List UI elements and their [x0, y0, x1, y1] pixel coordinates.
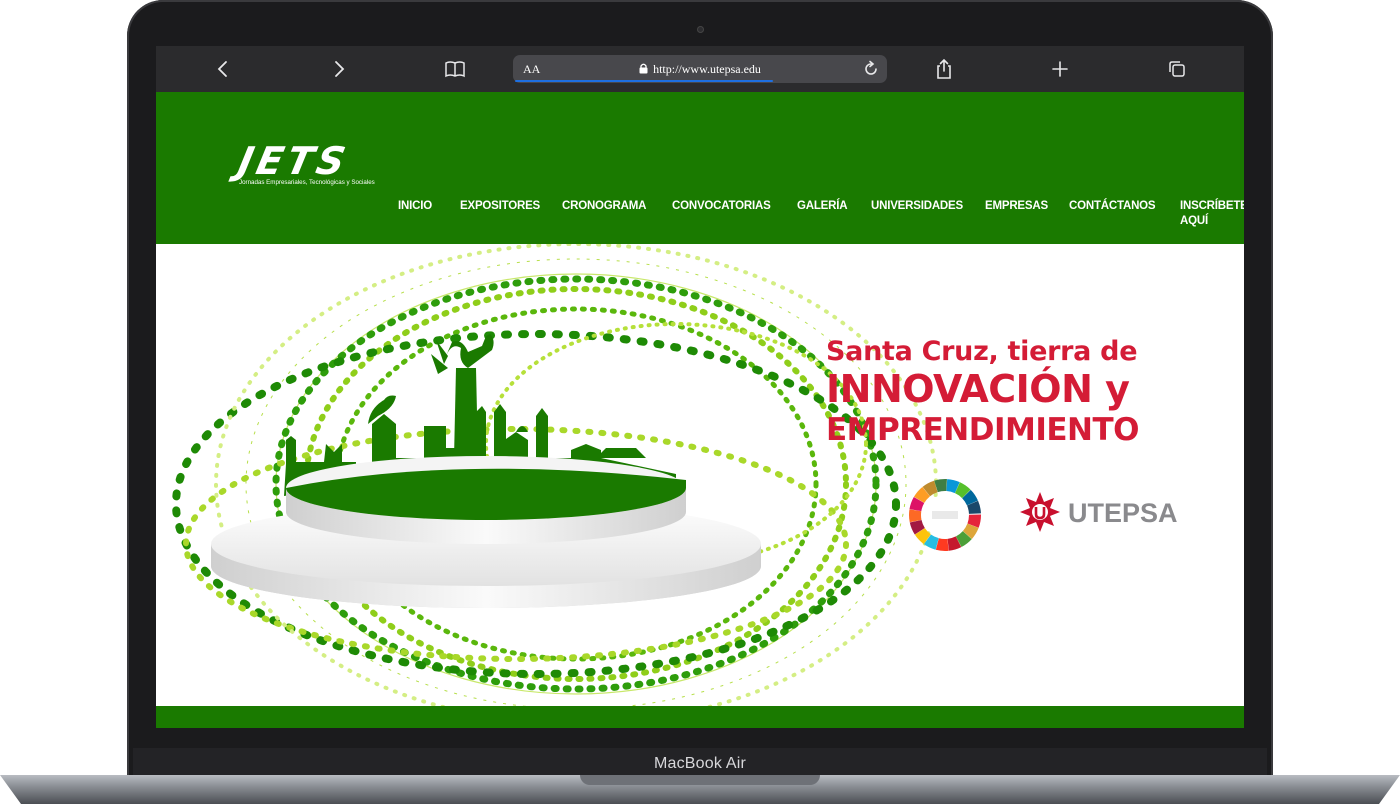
headline-line-1: Santa Cruz, tierra de [826, 336, 1138, 367]
reload-icon[interactable] [861, 59, 881, 84]
nav-empresas[interactable]: EMPRESAS [985, 199, 1048, 214]
nav-inicio[interactable]: INICIO [398, 199, 432, 214]
nav-inscribete-line1: INSCRÍBETE [1180, 200, 1244, 212]
utepsa-logo[interactable]: UTEPSA [1018, 490, 1178, 534]
site-header: JETS Jornadas Empresariales, Tecnológica… [156, 92, 1244, 244]
browser-toolbar: AA http://www.utepsa.edu [156, 46, 1244, 92]
laptop-screen: AA http://www.utepsa.edu JETS Jornadas E… [156, 46, 1244, 728]
address-bar[interactable]: AA http://www.utepsa.edu [513, 55, 887, 83]
hero-headline: Santa Cruz, tierra de INNOVACIÓN y EMPRE… [826, 336, 1156, 449]
nav-contactanos[interactable]: CONTÁCTANOS [1069, 199, 1156, 214]
logo-title: JETS [234, 139, 354, 183]
utepsa-star-icon [1020, 492, 1060, 532]
nav-cronograma[interactable]: CRONOGRAMA [562, 199, 646, 214]
nav-universidades[interactable]: UNIVERSIDADES [871, 199, 963, 214]
url-text: http://www.utepsa.edu [653, 62, 761, 76]
nav-galeria[interactable]: GALERÍA [797, 199, 848, 214]
headline-line-3: EMPRENDIMIENTO [826, 412, 1140, 448]
utepsa-text: UTEPSA [1068, 498, 1178, 528]
headline-line-2: INNOVACIÓN y [826, 367, 1130, 411]
nav-expositores[interactable]: EXPOSITORES [460, 199, 540, 214]
bookmarks-icon[interactable] [443, 57, 467, 81]
nav-convocatorias[interactable]: CONVOCATORIAS [672, 199, 771, 214]
hero-illustration [172, 244, 938, 706]
device-label: MacBook Air [653, 755, 746, 772]
logo-subtitle: Jornadas Empresariales, Tecnológicas y S… [239, 179, 375, 186]
url-display[interactable]: http://www.utepsa.edu [513, 62, 887, 78]
tabs-icon[interactable] [1165, 57, 1189, 81]
new-tab-icon[interactable] [1048, 57, 1072, 81]
camera-icon [697, 26, 704, 33]
ods-badge-icon [906, 476, 984, 554]
lock-icon [639, 63, 648, 78]
share-icon[interactable] [932, 57, 956, 81]
nav-inscribete[interactable]: INSCRÍBETE AQUÍ [1180, 199, 1244, 229]
laptop-notch [580, 775, 820, 785]
hero-banner: Santa Cruz, tierra de INNOVACIÓN y EMPRE… [156, 244, 1244, 706]
page-load-progress [515, 80, 773, 82]
jets-logo[interactable]: JETS Jornadas Empresariales, Tecnológica… [234, 139, 389, 186]
forward-icon[interactable] [327, 57, 351, 81]
section-divider [156, 706, 1244, 728]
nav-inscribete-line2: AQUÍ [1180, 215, 1208, 227]
back-icon[interactable] [211, 57, 235, 81]
